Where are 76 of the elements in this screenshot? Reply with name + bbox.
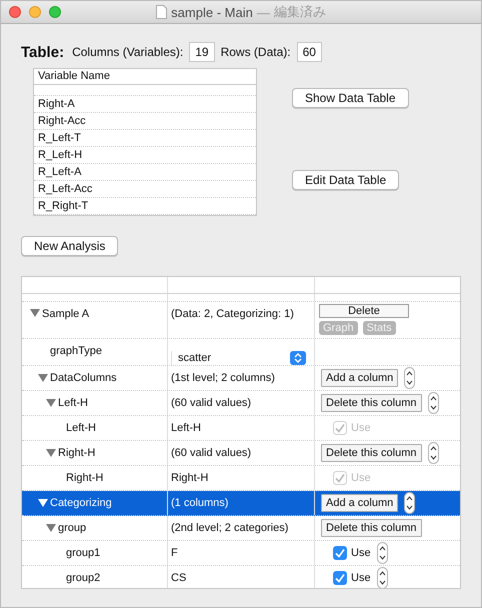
disclosure-triangle-icon[interactable]	[46, 523, 56, 533]
row-value: Left-H	[170, 422, 201, 434]
delete-column-button[interactable]: Delete this column	[321, 444, 422, 462]
stepper[interactable]	[404, 492, 416, 514]
outline-row[interactable]: DataColumns (1st level; 2 columns) Add a column	[22, 366, 460, 391]
column-header: Variable Name	[34, 69, 256, 85]
row-name: group	[58, 522, 86, 534]
columns-label: Columns (Variables):	[72, 45, 184, 59]
variable-item[interactable]: R_Right-T	[34, 198, 256, 215]
columns-field[interactable]: 19	[189, 42, 215, 62]
row-name: Left-H	[66, 422, 96, 434]
disclosure-triangle-icon[interactable]	[46, 448, 56, 458]
popup-arrows-icon[interactable]	[290, 351, 306, 365]
use-checkbox[interactable]: Use	[333, 571, 371, 585]
variable-item[interactable]: Right-Acc	[34, 113, 256, 130]
document-icon	[156, 5, 168, 19]
variable-item[interactable]: R_Left-H	[34, 147, 256, 164]
stepper[interactable]	[404, 367, 416, 389]
row-name: Left-H	[58, 397, 88, 409]
disclosure-triangle-icon[interactable]	[38, 498, 48, 508]
stepper[interactable]	[428, 392, 438, 414]
delete-button[interactable]: Delete	[319, 304, 409, 318]
checkbox-icon[interactable]	[333, 571, 347, 585]
delete-column-button[interactable]: Delete this column	[321, 519, 422, 537]
close-button[interactable]	[9, 6, 21, 18]
variable-list[interactable]: Variable Name Right-A Right-Acc R_Left-T R_Left-H R_Left-A R_Left-Acc R_Right-T	[33, 68, 257, 216]
row-name: group2	[66, 572, 100, 584]
row-value: (60 valid values)	[170, 397, 252, 409]
add-column-button[interactable]: Add a column	[321, 494, 398, 512]
outline-row[interactable]: group2 CS Use	[22, 566, 460, 588]
show-data-table-button[interactable]: Show Data Table	[292, 88, 409, 108]
table-label: Table:	[21, 44, 64, 60]
stepper[interactable]	[376, 567, 388, 588]
title-separator: —	[256, 4, 270, 20]
outline-row[interactable]: Right-H (60 valid values) Delete this column	[22, 441, 460, 466]
edit-data-table-button[interactable]: Edit Data Table	[292, 170, 400, 190]
row-value: (1 columns)	[170, 497, 228, 509]
disclosure-triangle-icon[interactable]	[46, 398, 56, 408]
rows-field[interactable]: 60	[296, 42, 322, 62]
zoom-button[interactable]	[49, 6, 61, 18]
variable-item[interactable]: R_Left-A	[34, 164, 256, 181]
row-value: (2nd level; 2 categories)	[170, 522, 288, 534]
row-value: F	[170, 547, 178, 559]
variable-item[interactable]: R_Left-T	[34, 130, 256, 147]
disclosure-triangle-icon[interactable]	[30, 308, 40, 318]
row-name: group1	[66, 547, 100, 559]
row-value: (60 valid values)	[170, 447, 252, 459]
row-value: Right-H	[170, 472, 208, 484]
stepper[interactable]	[428, 442, 438, 464]
row-name: DataColumns	[50, 372, 117, 384]
outline-row[interactable]: graphType scatter	[22, 339, 460, 366]
outline-row[interactable]: group1 F Use	[22, 541, 460, 566]
outline-row[interactable]: Left-H (60 valid values) Delete this column	[22, 391, 460, 416]
variable-item[interactable]: Right-A	[34, 96, 256, 113]
row-name: graphType	[50, 345, 102, 357]
graph-type-select[interactable]: scatter	[171, 351, 306, 365]
row-value: (1st level; 2 columns)	[170, 372, 275, 384]
disclosure-triangle-icon[interactable]	[38, 373, 48, 383]
new-analysis-button[interactable]: New Analysis	[21, 236, 118, 256]
add-column-button[interactable]: Add a column	[321, 369, 398, 387]
row-name: Right-H	[58, 447, 96, 459]
checkbox-icon[interactable]	[333, 546, 347, 560]
row-name: Sample A	[42, 308, 90, 320]
row-value: (Data: 2, Categorizing: 1)	[170, 308, 294, 320]
variable-item[interactable]: R_Left-Acc	[34, 181, 256, 198]
row-name: Categorizing	[50, 497, 112, 509]
rows-label: Rows (Data):	[220, 45, 291, 59]
outline-row[interactable]: group (2nd level; 2 categories) Delete this column	[22, 516, 460, 541]
use-checkbox[interactable]: Use	[333, 546, 371, 560]
stepper[interactable]	[376, 542, 388, 564]
outline-row[interactable]: Categorizing (1 columns) Add a column	[22, 491, 460, 516]
delete-column-button[interactable]: Delete this column	[321, 394, 422, 412]
edited-status: 編集済み	[274, 3, 326, 21]
window-title: sample - Main	[171, 4, 253, 20]
row-value: CS	[170, 572, 186, 584]
row-name: Right-H	[66, 472, 104, 484]
